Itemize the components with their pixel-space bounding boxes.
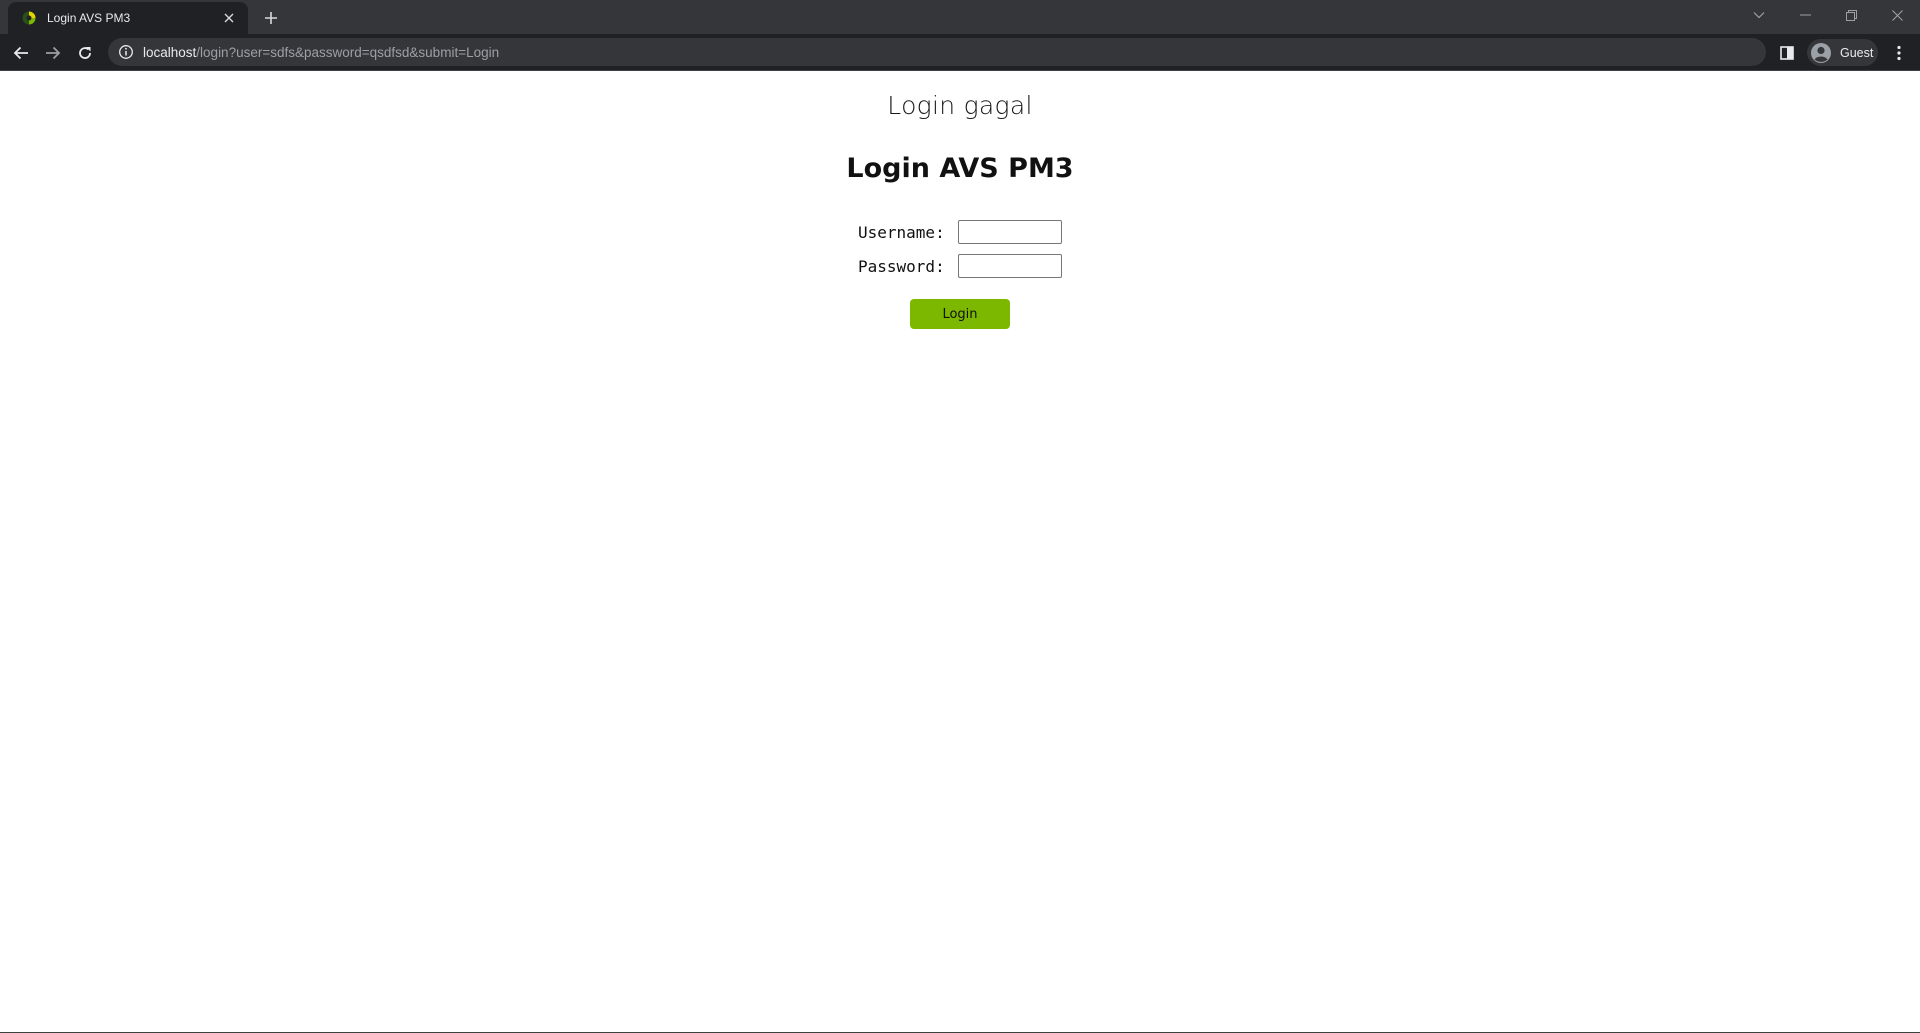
plus-icon[interactable] — [260, 7, 282, 29]
username-row: Username: — [0, 219, 1920, 245]
side-panel-icon[interactable] — [1775, 41, 1799, 65]
tab-title: Login AVS PM3 — [47, 11, 131, 25]
forward-arrow-icon[interactable] — [40, 40, 66, 66]
close-icon[interactable] — [220, 9, 238, 27]
login-status-message: Login gagal — [887, 91, 1033, 120]
profile-label: Guest — [1840, 45, 1874, 60]
back-arrow-icon[interactable] — [8, 40, 34, 66]
browser-tab[interactable]: Login AVS PM3 — [8, 2, 248, 34]
restore-icon[interactable] — [1828, 0, 1874, 30]
address-bar[interactable]: localhost/login?user=sdfs&password=qsdfs… — [108, 38, 1766, 66]
page-title: Login AVS PM3 — [846, 153, 1074, 184]
password-label: Password: — [858, 256, 945, 276]
password-row: Password: — [0, 253, 1920, 279]
reload-icon[interactable] — [72, 40, 98, 66]
kebab-menu-icon[interactable] — [1888, 41, 1910, 65]
password-input[interactable] — [958, 254, 1062, 278]
tab-strip: Login AVS PM3 — [0, 0, 1920, 34]
url-text: localhost/login?user=sdfs&password=qsdfs… — [143, 45, 499, 60]
username-label: Username: — [858, 222, 945, 242]
username-input[interactable] — [958, 220, 1062, 244]
profile-button[interactable]: Guest — [1807, 39, 1878, 66]
minimize-icon[interactable] — [1782, 0, 1828, 30]
info-icon[interactable] — [118, 44, 134, 60]
window-close-icon[interactable] — [1874, 0, 1920, 30]
favicon-icon — [21, 10, 37, 26]
profile-avatar-icon — [1810, 42, 1832, 64]
url-host: localhost — [143, 44, 197, 60]
url-path: /login?user=sdfs&password=qsdfsd&submit=… — [196, 44, 500, 60]
browser-toolbar: localhost/login?user=sdfs&password=qsdfs… — [0, 34, 1920, 71]
login-button[interactable]: Login — [910, 299, 1010, 329]
chevron-down-icon[interactable] — [1736, 0, 1782, 30]
page-content: Login gagal Login AVS PM3 Username: Pass… — [0, 71, 1920, 1033]
